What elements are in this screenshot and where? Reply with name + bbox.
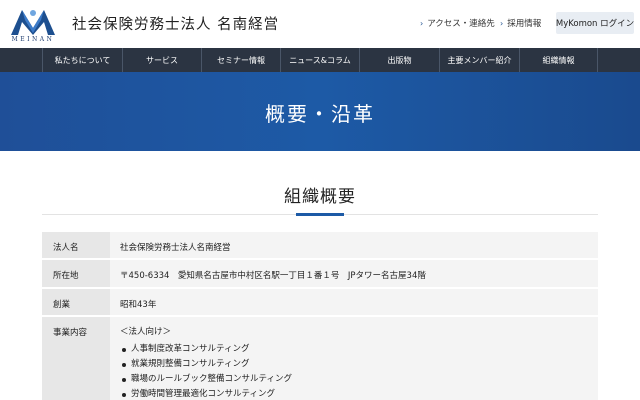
meinan-logo[interactable]: MEINAN bbox=[8, 6, 58, 44]
nav-item-members[interactable]: 主要メンバー紹介 bbox=[439, 48, 519, 72]
company-name[interactable]: 社会保険労務士法人 名南経営 bbox=[72, 13, 279, 34]
main-nav: 私たちについて サービス セミナー情報 ニュース&コラム 出版物 主要メンバー紹… bbox=[0, 48, 640, 72]
row-value: 社会保険労務士法人名南経営 bbox=[110, 232, 598, 258]
recruit-link[interactable]: › 採用情報 bbox=[500, 17, 542, 30]
nav-item-publications[interactable]: 出版物 bbox=[359, 48, 439, 72]
row-label: 所在地 bbox=[42, 260, 110, 287]
table-row: 創業 昭和43年 bbox=[42, 289, 598, 317]
nav-item-services[interactable]: サービス bbox=[122, 48, 201, 72]
nav-item-seminars[interactable]: セミナー情報 bbox=[201, 48, 280, 72]
service-list: 人事制度改革コンサルティング 就業規則整備コンサルティング 職場のルールブック整… bbox=[120, 342, 598, 400]
logo-wordmark: MEINAN bbox=[11, 36, 55, 43]
chevron-right-icon: › bbox=[420, 18, 424, 28]
overview-table: 法人名 社会保険労務士法人名南経営 所在地 〒450-6334 愛知県名古屋市中… bbox=[42, 232, 598, 400]
table-row: 事業内容 ＜法人向け＞ 人事制度改革コンサルティング 就業規則整備コンサルティン… bbox=[42, 317, 598, 400]
chevron-right-icon: › bbox=[500, 18, 504, 28]
recruit-link-label: 採用情報 bbox=[507, 19, 542, 29]
site-header: MEINAN 社会保険労務士法人 名南経営 › アクセス・連絡先 › 採用情報 … bbox=[0, 0, 640, 48]
nav-item-news[interactable]: ニュース&コラム bbox=[280, 48, 359, 72]
list-item: 就業規則整備コンサルティング bbox=[120, 357, 598, 372]
table-row: 法人名 社会保険労務士法人名南経営 bbox=[42, 232, 598, 260]
row-value: ＜法人向け＞ 人事制度改革コンサルティング 就業規則整備コンサルティング 職場の… bbox=[110, 317, 598, 400]
nav-item-organization[interactable]: 組織情報 bbox=[519, 48, 598, 72]
access-link[interactable]: › アクセス・連絡先 bbox=[420, 17, 495, 30]
section-title: 組織概要 bbox=[284, 187, 356, 207]
page-hero: 概要・沿革 bbox=[0, 72, 640, 151]
section-accent-bar bbox=[296, 213, 344, 216]
logo-mark-icon bbox=[11, 10, 55, 35]
list-item: 職場のルールブック整備コンサルティング bbox=[120, 372, 598, 387]
row-label: 法人名 bbox=[42, 232, 110, 258]
row-value: 〒450-6334 愛知県名古屋市中村区名駅一丁目１番１号 JPタワー名古屋34… bbox=[110, 260, 598, 287]
nav-item-about[interactable]: 私たちについて bbox=[42, 48, 122, 72]
list-item: 人事制度改革コンサルティング bbox=[120, 342, 598, 357]
mykomon-login-button[interactable]: MyKomon ログイン bbox=[556, 12, 634, 34]
table-row: 所在地 〒450-6334 愛知県名古屋市中村区名駅一丁目１番１号 JPタワー名… bbox=[42, 260, 598, 289]
row-label: 創業 bbox=[42, 289, 110, 315]
row-value: 昭和43年 bbox=[110, 289, 598, 315]
page-title: 概要・沿革 bbox=[265, 102, 375, 126]
sub-heading: ＜法人向け＞ bbox=[120, 327, 172, 337]
row-label: 事業内容 bbox=[42, 317, 110, 400]
list-item: 労働時間管理最適化コンサルティング bbox=[120, 387, 598, 400]
access-link-label: アクセス・連絡先 bbox=[427, 19, 495, 29]
